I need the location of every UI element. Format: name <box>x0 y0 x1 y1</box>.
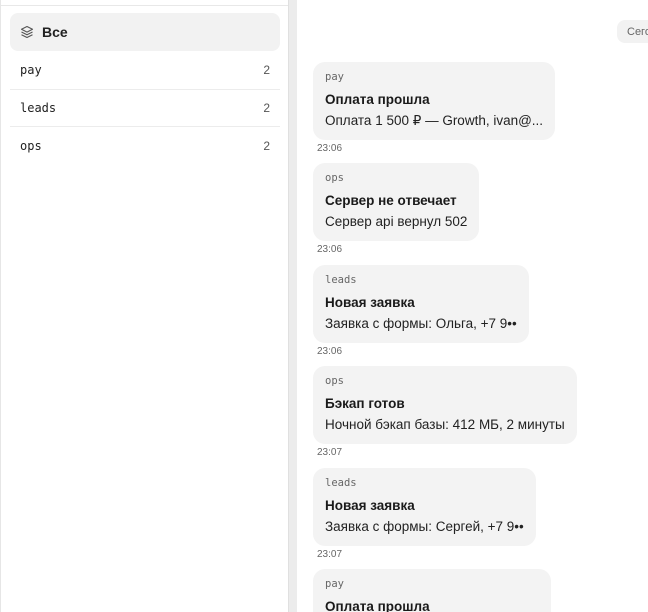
message[interactable]: pay Оплата прошла <box>313 569 551 612</box>
panel-resizer[interactable] <box>288 0 297 612</box>
message-body: Сервер api вернул 502 <box>325 214 468 229</box>
sidebar-item-ops[interactable]: ops 2 <box>10 127 280 165</box>
message-time: 23:06 <box>317 346 343 357</box>
message-bubble: ops Сервер не отвечает Сервер api вернул… <box>313 163 480 241</box>
message[interactable]: ops Сервер не отвечает Сервер api вернул… <box>313 163 480 255</box>
message-feed[interactable]: Сегодня pay Оплата прошла Оплата 1 500 ₽… <box>297 0 648 612</box>
sidebar: Все pay 2 leads 2 ops 2 <box>0 0 289 612</box>
channel-count: 2 <box>263 63 270 78</box>
message[interactable]: pay Оплата прошла Оплата 1 500 ₽ — Growt… <box>313 62 556 154</box>
message-title: Бэкап готов <box>325 396 405 411</box>
channel-name: leads <box>20 100 57 115</box>
channel-count: 2 <box>263 138 270 153</box>
message[interactable]: ops Бэкап готов Ночной бэкап базы: 412 М… <box>313 366 577 458</box>
message-time: 23:06 <box>317 143 343 154</box>
message-channel: leads <box>325 477 357 489</box>
message-bubble: pay Оплата прошла Оплата 1 500 ₽ — Growt… <box>313 62 556 140</box>
sidebar-item-all-label: Все <box>42 24 68 40</box>
channel-count: 2 <box>263 100 270 115</box>
layers-icon <box>20 25 34 39</box>
message-body: Оплата 1 500 ₽ — Growth, ivan@... <box>325 113 544 128</box>
sidebar-item-pay[interactable]: pay 2 <box>10 52 280 90</box>
date-separator: Сегодня <box>617 20 648 43</box>
message-title: Сервер не отвечает <box>325 193 457 208</box>
message-time: 23:07 <box>317 549 343 560</box>
message-bubble: ops Бэкап готов Ночной бэкап базы: 412 М… <box>313 366 577 444</box>
message-bubble: leads Новая заявка Заявка с формы: Серге… <box>313 468 536 546</box>
divider <box>1 5 289 6</box>
message-time: 23:07 <box>317 447 343 458</box>
message-channel: pay <box>325 578 344 590</box>
message-channel: ops <box>325 375 344 387</box>
message-body: Заявка с формы: Сергей, +7 9•• <box>325 519 524 534</box>
sidebar-item-leads[interactable]: leads 2 <box>10 90 280 127</box>
sidebar-item-all[interactable]: Все <box>10 13 280 51</box>
channel-name: pay <box>20 63 42 78</box>
message-channel: ops <box>325 172 344 184</box>
channel-name: ops <box>20 138 42 153</box>
message-title: Новая заявка <box>325 295 415 310</box>
message-channel: pay <box>325 71 344 83</box>
message-time: 23:06 <box>317 244 343 255</box>
message[interactable]: leads Новая заявка Заявка с формы: Ольга… <box>313 265 529 357</box>
message-title: Новая заявка <box>325 498 415 513</box>
message-title: Оплата прошла <box>325 92 430 107</box>
message-title: Оплата прошла <box>325 599 430 612</box>
message-body: Ночной бэкап базы: 412 МБ, 2 минуты <box>325 417 565 432</box>
message-body: Заявка с формы: Ольга, +7 9•• <box>325 316 517 331</box>
message-bubble: leads Новая заявка Заявка с формы: Ольга… <box>313 265 529 343</box>
message-bubble: pay Оплата прошла <box>313 569 551 612</box>
channel-list: pay 2 leads 2 ops 2 <box>10 52 280 165</box>
message-channel: leads <box>325 274 357 286</box>
message[interactable]: leads Новая заявка Заявка с формы: Серге… <box>313 468 536 560</box>
